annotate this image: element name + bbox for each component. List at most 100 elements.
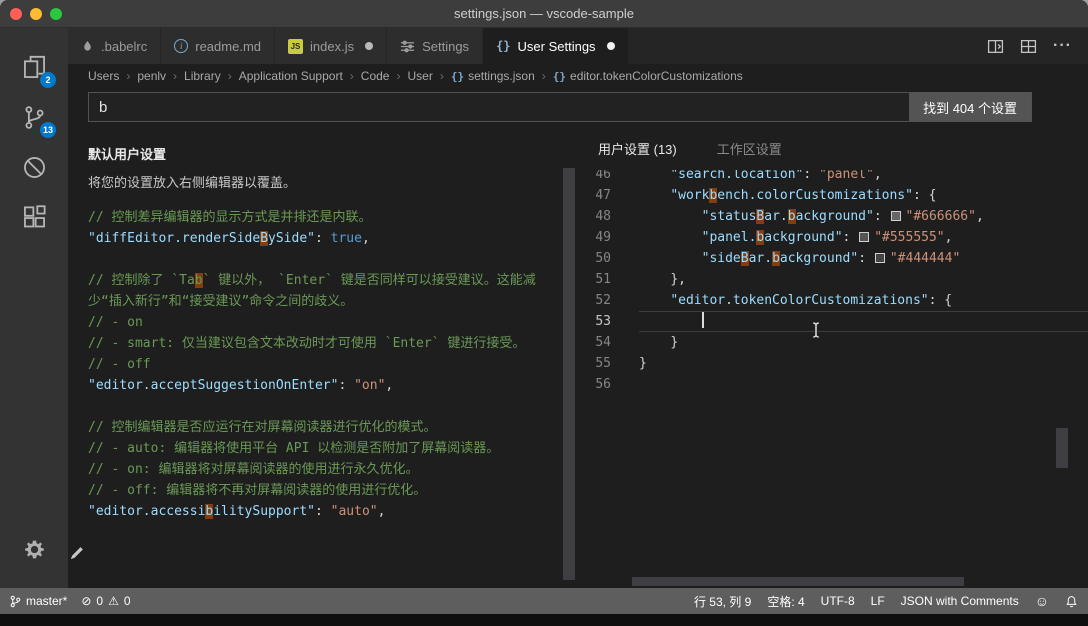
code-line[interactable]: // - on: 编辑器将对屏幕阅读器的使用进行永久优化。	[88, 459, 544, 480]
explorer-badge: 2	[40, 72, 56, 88]
code-token: "panel"	[819, 170, 874, 182]
code-token: ilitySupport"	[213, 504, 315, 519]
code-line[interactable]: 54}	[576, 332, 1088, 353]
debug-icon	[23, 156, 45, 178]
code-token: ,	[361, 231, 370, 246]
code-token: true	[330, 231, 362, 246]
tab-settings[interactable]: Settings	[387, 28, 484, 64]
code-line[interactable]	[88, 396, 544, 417]
editor-horizontal-scrollbar[interactable]	[632, 577, 964, 586]
code-line[interactable]: // - smart: 仅当建议包含文本改动时才可使用 `Enter` 键进行接…	[88, 333, 544, 354]
user-settings-editor[interactable]: 46 "search.location": "panel", 47 "work b enc…	[576, 170, 1088, 588]
code-token: },	[670, 272, 686, 287]
more-actions-icon[interactable]: ···	[1053, 37, 1072, 55]
code-line[interactable]: 52 "editor.tokenColorCustomizations": {	[576, 290, 1088, 311]
code-line[interactable]: 46 "search.location": "panel",	[576, 170, 1088, 185]
left-editor-scrollbar[interactable]	[562, 126, 576, 588]
color-swatch[interactable]	[859, 232, 870, 242]
tab-workspace-settings-scope[interactable]: 工作区设置	[717, 139, 782, 158]
edit-pencil-icon[interactable]	[69, 546, 84, 566]
code-line[interactable]: "diffEditor.renderSideBySide": true,	[88, 228, 544, 249]
code-line[interactable]: "editor.acceptSuggestionOnEnter": "on",	[88, 375, 544, 396]
line-number: 56	[595, 377, 611, 392]
feedback-smiley-icon[interactable]: ☺	[1035, 593, 1049, 609]
warnings-icon: ⚠	[108, 594, 119, 608]
git-branch-status[interactable]: master*	[10, 594, 67, 608]
language-mode-status[interactable]: JSON with Comments	[901, 594, 1019, 608]
editor-vertical-scrollbar[interactable]	[1056, 428, 1068, 468]
breadcrumb-item[interactable]: Users	[88, 69, 119, 83]
line-number: 51	[595, 272, 611, 287]
breadcrumb-item[interactable]: Code	[361, 69, 390, 83]
code-line[interactable]: "editor.accessibilitySupport": "auto",	[88, 501, 544, 522]
tab-user-settings[interactable]: {} User Settings	[483, 28, 629, 64]
tab-readme[interactable]: i readme.md	[161, 28, 275, 64]
sidebar-item-explorer[interactable]: 2	[10, 44, 58, 90]
notifications-bell[interactable]	[1065, 595, 1078, 608]
code-token: ackground"	[795, 209, 874, 224]
code-token: // - off: 编辑器将不再对屏幕阅读器的使用进行优化。	[88, 483, 427, 498]
sidebar-item-source-control[interactable]: 13	[10, 94, 58, 140]
code-token: "auto"	[330, 504, 378, 519]
chevron-right-icon: ›	[541, 69, 546, 83]
error-count: 0	[96, 594, 104, 608]
breadcrumb-item[interactable]: Application Support	[239, 69, 343, 83]
chevron-right-icon: ›	[439, 69, 444, 83]
code-line[interactable]: 55}	[576, 353, 1088, 374]
code-line[interactable]	[88, 249, 544, 270]
minimize-button[interactable]	[30, 7, 42, 20]
tab-babelrc[interactable]: .babelrc	[68, 28, 162, 64]
encoding-status[interactable]: UTF-8	[821, 594, 855, 608]
code-line[interactable]: 48 "statusBar.background": "#666666",	[576, 206, 1088, 227]
color-swatch[interactable]	[890, 211, 901, 221]
breadcrumb-item[interactable]: penlv	[137, 69, 166, 83]
scrollbar-thumb[interactable]	[563, 168, 575, 580]
grid-layout-icon[interactable]	[1020, 38, 1037, 55]
code-line[interactable]: 56	[576, 374, 1088, 395]
tab-user-settings-scope[interactable]: 用户设置 (13)	[598, 139, 677, 158]
code-line[interactable]: // 控制差异编辑器的显示方式是并排还是内联。	[88, 207, 544, 228]
dirty-dot[interactable]	[365, 42, 374, 50]
code-token: }	[670, 335, 679, 350]
code-line[interactable]: // - on	[88, 312, 544, 333]
code-line[interactable]: 53	[576, 311, 1088, 332]
breadcrumb-item[interactable]: Library	[184, 69, 221, 83]
indentation-status[interactable]: 空格: 4	[767, 593, 804, 610]
code-line[interactable]: // - off: 编辑器将不再对屏幕阅读器的使用进行优化。	[88, 480, 544, 501]
dirty-dot[interactable]	[606, 42, 615, 50]
code-line[interactable]: // - auto: 编辑器将使用平台 API 以检测是否附加了屏幕阅读器。	[88, 438, 544, 459]
code-line[interactable]: 49 "panel.background": "#555555",	[576, 227, 1088, 248]
code-line[interactable]: // - off	[88, 354, 544, 375]
sidebar-item-extensions[interactable]	[10, 194, 58, 240]
code-token: ,	[377, 504, 386, 519]
breadcrumb-item[interactable]: User	[407, 69, 432, 83]
git-branch-icon	[10, 595, 21, 607]
settings-search-row: 找到 404 个设置	[68, 88, 1088, 126]
split-editor-icon[interactable]	[987, 38, 1004, 55]
search-input[interactable]	[89, 93, 910, 121]
breadcrumb-item[interactable]: {} settings.json	[451, 69, 535, 83]
code-line[interactable]: 50 "sideBar.background": "#444444"	[576, 248, 1088, 269]
zoom-button[interactable]	[50, 7, 62, 20]
breadcrumb-item[interactable]: {} editor.tokenColorCustomizations	[553, 69, 743, 83]
color-swatch[interactable]	[874, 253, 885, 263]
tab-indexjs[interactable]: JS index.js	[275, 28, 388, 64]
code-line[interactable]: 47 "workbench.colorCustomizations": {	[576, 185, 1088, 206]
code-token: :	[338, 378, 355, 393]
code-token: ,	[944, 230, 953, 245]
code-token: // 控制编辑器是否应运行在对屏幕阅读器进行优化的模式。	[88, 420, 437, 435]
eol-status[interactable]: LF	[871, 594, 885, 608]
code-line[interactable]: 51},	[576, 269, 1088, 290]
code-line[interactable]: // 控制编辑器是否应运行在对屏幕阅读器进行优化的模式。	[88, 417, 544, 438]
manage-button[interactable]	[10, 526, 58, 572]
close-button[interactable]	[10, 7, 22, 20]
default-settings-code[interactable]: // 控制差异编辑器的显示方式是并排还是内联。 "diffEditor.rende…	[88, 207, 544, 522]
sidebar-item-debug[interactable]	[10, 144, 58, 190]
code-line[interactable]: // 控制除了 `Tab` 键以外， `Enter` 键是否同样可以接受建议。这…	[88, 270, 544, 312]
code-token: ,	[385, 378, 394, 393]
problems-status[interactable]: ⊘ 0 ⚠ 0	[81, 594, 130, 608]
text-cursor	[701, 311, 704, 328]
code-token: ,	[873, 170, 882, 182]
braces-icon: {}	[450, 69, 465, 83]
cursor-position-status[interactable]: 行 53, 列 9	[694, 593, 751, 610]
